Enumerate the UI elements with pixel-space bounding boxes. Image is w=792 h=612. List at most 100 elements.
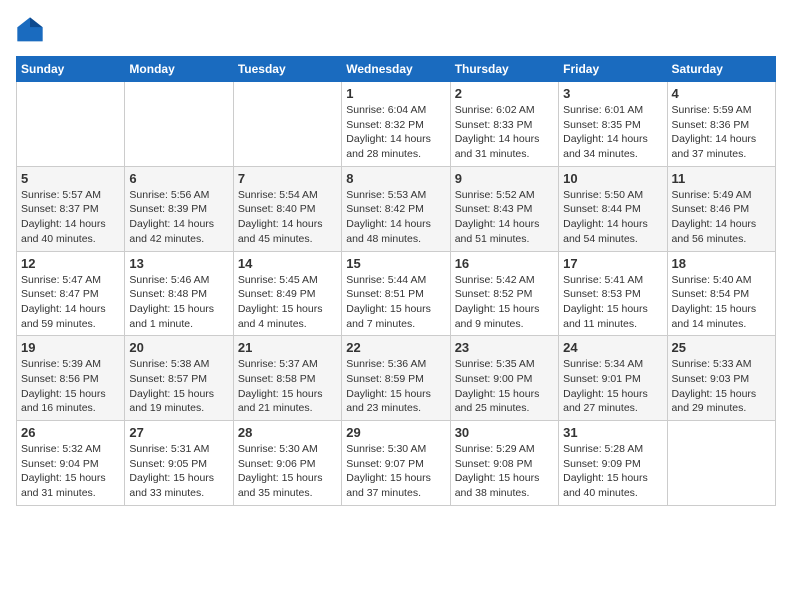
day-detail: Sunrise: 5:31 AM Sunset: 9:05 PM Dayligh… [129,442,228,501]
calendar-cell: 7 Sunrise: 5:54 AM Sunset: 8:40 PM Daylig… [233,166,341,251]
day-detail: Sunrise: 5:41 AM Sunset: 8:53 PM Dayligh… [563,273,662,332]
day-detail: Sunrise: 5:59 AM Sunset: 8:36 PM Dayligh… [672,103,771,162]
day-detail: Sunrise: 6:01 AM Sunset: 8:35 PM Dayligh… [563,103,662,162]
logo [16,16,48,44]
day-number: 28 [238,425,337,440]
calendar-week-row: 12Sunrise: 5:47 AM Sunset: 8:47 PM Dayli… [17,251,776,336]
weekday-header-monday: Monday [125,57,233,82]
calendar-cell: 15Sunrise: 5:44 AM Sunset: 8:51 PM Dayli… [342,251,450,336]
calendar-cell: 14 Sunrise: 5:45 AM Sunset: 8:49 PM Dayli… [233,251,341,336]
weekday-header-sunday: Sunday [17,57,125,82]
day-detail: Sunrise: 6:02 AM Sunset: 8:33 PM Dayligh… [455,103,554,162]
day-number: 31 [563,425,662,440]
calendar-cell: 11 Sunrise: 5:49 AM Sunset: 8:46 PM Dayli… [667,166,775,251]
day-number: 16 [455,256,554,271]
calendar-cell [667,421,775,506]
day-number: 15 [346,256,445,271]
calendar-cell: 31 Sunrise: 5:28 AM Sunset: 9:09 PM Dayli… [559,421,667,506]
day-detail: Sunrise: 5:30 AM Sunset: 9:06 PM Dayligh… [238,442,337,501]
calendar-cell: 21Sunrise: 5:37 AM Sunset: 8:58 PM Dayli… [233,336,341,421]
day-detail: Sunrise: 5:57 AM Sunset: 8:37 PM Dayligh… [21,188,120,247]
day-detail: Sunrise: 5:56 AM Sunset: 8:39 PM Dayligh… [129,188,228,247]
day-number: 9 [455,171,554,186]
calendar-cell: 27 Sunrise: 5:31 AM Sunset: 9:05 PM Dayli… [125,421,233,506]
day-detail: Sunrise: 5:28 AM Sunset: 9:09 PM Dayligh… [563,442,662,501]
day-number: 29 [346,425,445,440]
day-detail: Sunrise: 5:53 AM Sunset: 8:42 PM Dayligh… [346,188,445,247]
calendar-cell: 3 Sunrise: 6:01 AM Sunset: 8:35 PM Daylig… [559,82,667,167]
calendar-cell: 8 Sunrise: 5:53 AM Sunset: 8:42 PM Daylig… [342,166,450,251]
day-number: 23 [455,340,554,355]
day-number: 19 [21,340,120,355]
day-detail: Sunrise: 5:52 AM Sunset: 8:43 PM Dayligh… [455,188,554,247]
weekday-header-tuesday: Tuesday [233,57,341,82]
calendar-cell: 16 Sunrise: 5:42 AM Sunset: 8:52 PM Dayli… [450,251,558,336]
calendar-cell [125,82,233,167]
weekday-header-friday: Friday [559,57,667,82]
day-number: 5 [21,171,120,186]
day-detail: Sunrise: 5:32 AM Sunset: 9:04 PM Dayligh… [21,442,120,501]
calendar-cell: 23 Sunrise: 5:35 AM Sunset: 9:00 PM Dayli… [450,336,558,421]
day-detail: Sunrise: 5:33 AM Sunset: 9:03 PM Dayligh… [672,357,771,416]
day-number: 27 [129,425,228,440]
weekday-header-saturday: Saturday [667,57,775,82]
day-detail: Sunrise: 5:54 AM Sunset: 8:40 PM Dayligh… [238,188,337,247]
day-detail: Sunrise: 5:37 AM Sunset: 8:58 PM Dayligh… [238,357,337,416]
day-detail: Sunrise: 5:38 AM Sunset: 8:57 PM Dayligh… [129,357,228,416]
weekday-header-wednesday: Wednesday [342,57,450,82]
day-number: 14 [238,256,337,271]
day-detail: Sunrise: 5:35 AM Sunset: 9:00 PM Dayligh… [455,357,554,416]
calendar-cell: 26 Sunrise: 5:32 AM Sunset: 9:04 PM Dayli… [17,421,125,506]
day-number: 7 [238,171,337,186]
weekday-header-row: SundayMondayTuesdayWednesdayThursdayFrid… [17,57,776,82]
day-detail: Sunrise: 5:45 AM Sunset: 8:49 PM Dayligh… [238,273,337,332]
calendar-cell: 19 Sunrise: 5:39 AM Sunset: 8:56 PM Dayli… [17,336,125,421]
calendar-cell: 9 Sunrise: 5:52 AM Sunset: 8:43 PM Daylig… [450,166,558,251]
day-number: 6 [129,171,228,186]
calendar-week-row: 26 Sunrise: 5:32 AM Sunset: 9:04 PM Dayli… [17,421,776,506]
day-number: 11 [672,171,771,186]
calendar-cell [233,82,341,167]
calendar-cell: 4Sunrise: 5:59 AM Sunset: 8:36 PM Daylig… [667,82,775,167]
day-number: 13 [129,256,228,271]
calendar-cell: 20 Sunrise: 5:38 AM Sunset: 8:57 PM Dayli… [125,336,233,421]
day-number: 2 [455,86,554,101]
day-number: 24 [563,340,662,355]
day-detail: Sunrise: 5:34 AM Sunset: 9:01 PM Dayligh… [563,357,662,416]
calendar-table: SundayMondayTuesdayWednesdayThursdayFrid… [16,56,776,506]
calendar-cell: 18 Sunrise: 5:40 AM Sunset: 8:54 PM Dayli… [667,251,775,336]
day-detail: Sunrise: 5:39 AM Sunset: 8:56 PM Dayligh… [21,357,120,416]
day-number: 10 [563,171,662,186]
calendar-cell: 29Sunrise: 5:30 AM Sunset: 9:07 PM Dayli… [342,421,450,506]
calendar-week-row: 1Sunrise: 6:04 AM Sunset: 8:32 PM Daylig… [17,82,776,167]
day-number: 8 [346,171,445,186]
day-number: 20 [129,340,228,355]
calendar-cell: 28 Sunrise: 5:30 AM Sunset: 9:06 PM Dayli… [233,421,341,506]
calendar-week-row: 5 Sunrise: 5:57 AM Sunset: 8:37 PM Daylig… [17,166,776,251]
calendar-cell: 2 Sunrise: 6:02 AM Sunset: 8:33 PM Daylig… [450,82,558,167]
page-header [16,16,776,44]
calendar-week-row: 19 Sunrise: 5:39 AM Sunset: 8:56 PM Dayli… [17,336,776,421]
day-detail: Sunrise: 5:50 AM Sunset: 8:44 PM Dayligh… [563,188,662,247]
calendar-cell: 17 Sunrise: 5:41 AM Sunset: 8:53 PM Dayli… [559,251,667,336]
day-detail: Sunrise: 5:40 AM Sunset: 8:54 PM Dayligh… [672,273,771,332]
calendar-cell: 1Sunrise: 6:04 AM Sunset: 8:32 PM Daylig… [342,82,450,167]
day-detail: Sunrise: 5:47 AM Sunset: 8:47 PM Dayligh… [21,273,120,332]
day-number: 26 [21,425,120,440]
day-number: 3 [563,86,662,101]
calendar-cell: 10 Sunrise: 5:50 AM Sunset: 8:44 PM Dayli… [559,166,667,251]
day-number: 17 [563,256,662,271]
day-detail: Sunrise: 6:04 AM Sunset: 8:32 PM Dayligh… [346,103,445,162]
day-number: 25 [672,340,771,355]
day-detail: Sunrise: 5:42 AM Sunset: 8:52 PM Dayligh… [455,273,554,332]
calendar-cell: 24 Sunrise: 5:34 AM Sunset: 9:01 PM Dayli… [559,336,667,421]
day-number: 22 [346,340,445,355]
calendar-cell: 5 Sunrise: 5:57 AM Sunset: 8:37 PM Daylig… [17,166,125,251]
calendar-cell: 25 Sunrise: 5:33 AM Sunset: 9:03 PM Dayli… [667,336,775,421]
day-detail: Sunrise: 5:46 AM Sunset: 8:48 PM Dayligh… [129,273,228,332]
day-detail: Sunrise: 5:49 AM Sunset: 8:46 PM Dayligh… [672,188,771,247]
logo-icon [16,16,44,44]
calendar-cell: 13 Sunrise: 5:46 AM Sunset: 8:48 PM Dayli… [125,251,233,336]
day-number: 30 [455,425,554,440]
day-number: 18 [672,256,771,271]
